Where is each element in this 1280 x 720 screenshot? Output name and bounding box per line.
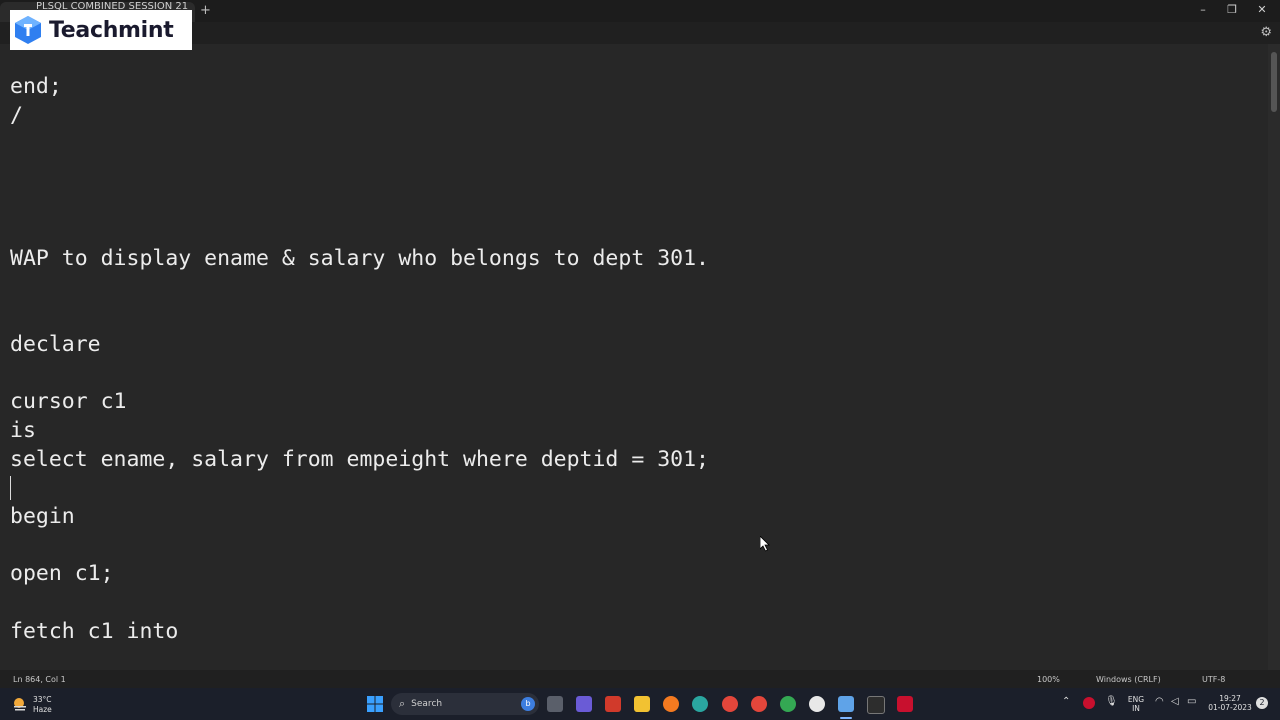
clock[interactable]: 19:27 01-07-2023 <box>1205 694 1255 712</box>
chrome-profile-2-icon[interactable] <box>780 696 796 712</box>
weather-widget[interactable]: 33°C Haze <box>12 693 72 715</box>
code-line: begin <box>10 504 75 529</box>
new-tab-button[interactable]: + <box>200 3 211 18</box>
clock-date: 01-07-2023 <box>1208 703 1252 712</box>
mouse-pointer-icon <box>760 536 770 552</box>
chrome-profile-icon[interactable] <box>751 696 767 712</box>
teams-chat-icon[interactable] <box>576 696 592 712</box>
code-line: open c1; <box>10 561 114 586</box>
firefox-icon[interactable] <box>663 696 679 712</box>
title-bar: PLSQL COMBINED SESSION 21 ... + – ❐ ✕ <box>0 0 1280 23</box>
vertical-scrollbar[interactable] <box>1268 44 1280 670</box>
clock-time: 19:27 <box>1219 694 1241 703</box>
search-label: Search <box>411 699 443 709</box>
menu-bar: ⚙ <box>0 22 1280 44</box>
code-line: select ename, salary from empeight where… <box>10 447 709 472</box>
settings-gear-icon[interactable]: ⚙ <box>1260 25 1272 40</box>
status-bar: Ln 864, Col 1 100% Windows (CRLF) UTF-8 <box>0 670 1280 688</box>
show-hidden-icons-chevron-icon[interactable]: ⌃ <box>1062 696 1070 707</box>
wps-office-icon[interactable] <box>605 696 621 712</box>
logo-text: Teachmint <box>49 17 174 43</box>
text-editor-area[interactable] <box>0 44 1268 670</box>
weather-desc: Haze <box>33 705 52 714</box>
teachmint-logo: Teachmint <box>10 10 192 50</box>
scrollbar-thumb[interactable] <box>1271 52 1277 112</box>
taskbar: 33°C Haze ⌕ Search b ⌃ 🎙 ENG IN ◠ ◁ ▭ 19… <box>0 688 1280 720</box>
encoding[interactable]: UTF-8 <box>1202 675 1225 684</box>
minimize-button[interactable]: – <box>1193 3 1213 16</box>
notification-badge[interactable]: 2 <box>1256 697 1268 709</box>
microphone-icon[interactable]: 🎙 <box>1105 696 1118 707</box>
tray-app-icon[interactable] <box>1083 697 1095 709</box>
taskbar-search[interactable]: ⌕ Search b <box>391 693 539 715</box>
code-line: WAP to display ename & salary who belong… <box>10 246 709 271</box>
file-explorer-icon[interactable] <box>634 696 650 712</box>
cursor-position: Ln 864, Col 1 <box>13 675 66 684</box>
windows-start-icon[interactable] <box>367 696 383 712</box>
obs-icon[interactable] <box>809 696 825 712</box>
battery-icon[interactable]: ▭ <box>1187 696 1196 707</box>
bing-icon: b <box>521 697 535 711</box>
line-ending[interactable]: Windows (CRLF) <box>1096 675 1161 684</box>
code-line: is <box>10 418 36 443</box>
weather-haze-icon <box>14 698 26 711</box>
close-button[interactable]: ✕ <box>1252 3 1272 16</box>
mcafee-icon[interactable] <box>897 696 913 712</box>
code-line: / <box>10 103 23 128</box>
chrome-icon[interactable] <box>722 696 738 712</box>
volume-icon[interactable]: ◁ <box>1171 696 1179 707</box>
notepad-icon[interactable] <box>838 696 854 712</box>
maximize-button[interactable]: ❐ <box>1222 3 1242 16</box>
terminal-icon[interactable] <box>867 696 885 714</box>
code-line: declare <box>10 332 101 357</box>
search-icon: ⌕ <box>399 697 406 710</box>
text-caret <box>10 476 11 500</box>
weather-temp: 33°C <box>33 695 52 704</box>
code-line: fetch c1 into <box>10 619 179 644</box>
wifi-icon[interactable]: ◠ <box>1155 696 1164 707</box>
code-line: end; <box>10 74 62 99</box>
zoom-level[interactable]: 100% <box>1037 675 1060 684</box>
task-view-icon[interactable] <box>547 696 563 712</box>
active-app-indicator <box>840 717 852 719</box>
language-indicator[interactable]: ENG IN <box>1126 695 1146 713</box>
teachmint-mark-icon <box>15 16 41 44</box>
code-line: cursor c1 <box>10 389 127 414</box>
edge-icon[interactable] <box>692 696 708 712</box>
